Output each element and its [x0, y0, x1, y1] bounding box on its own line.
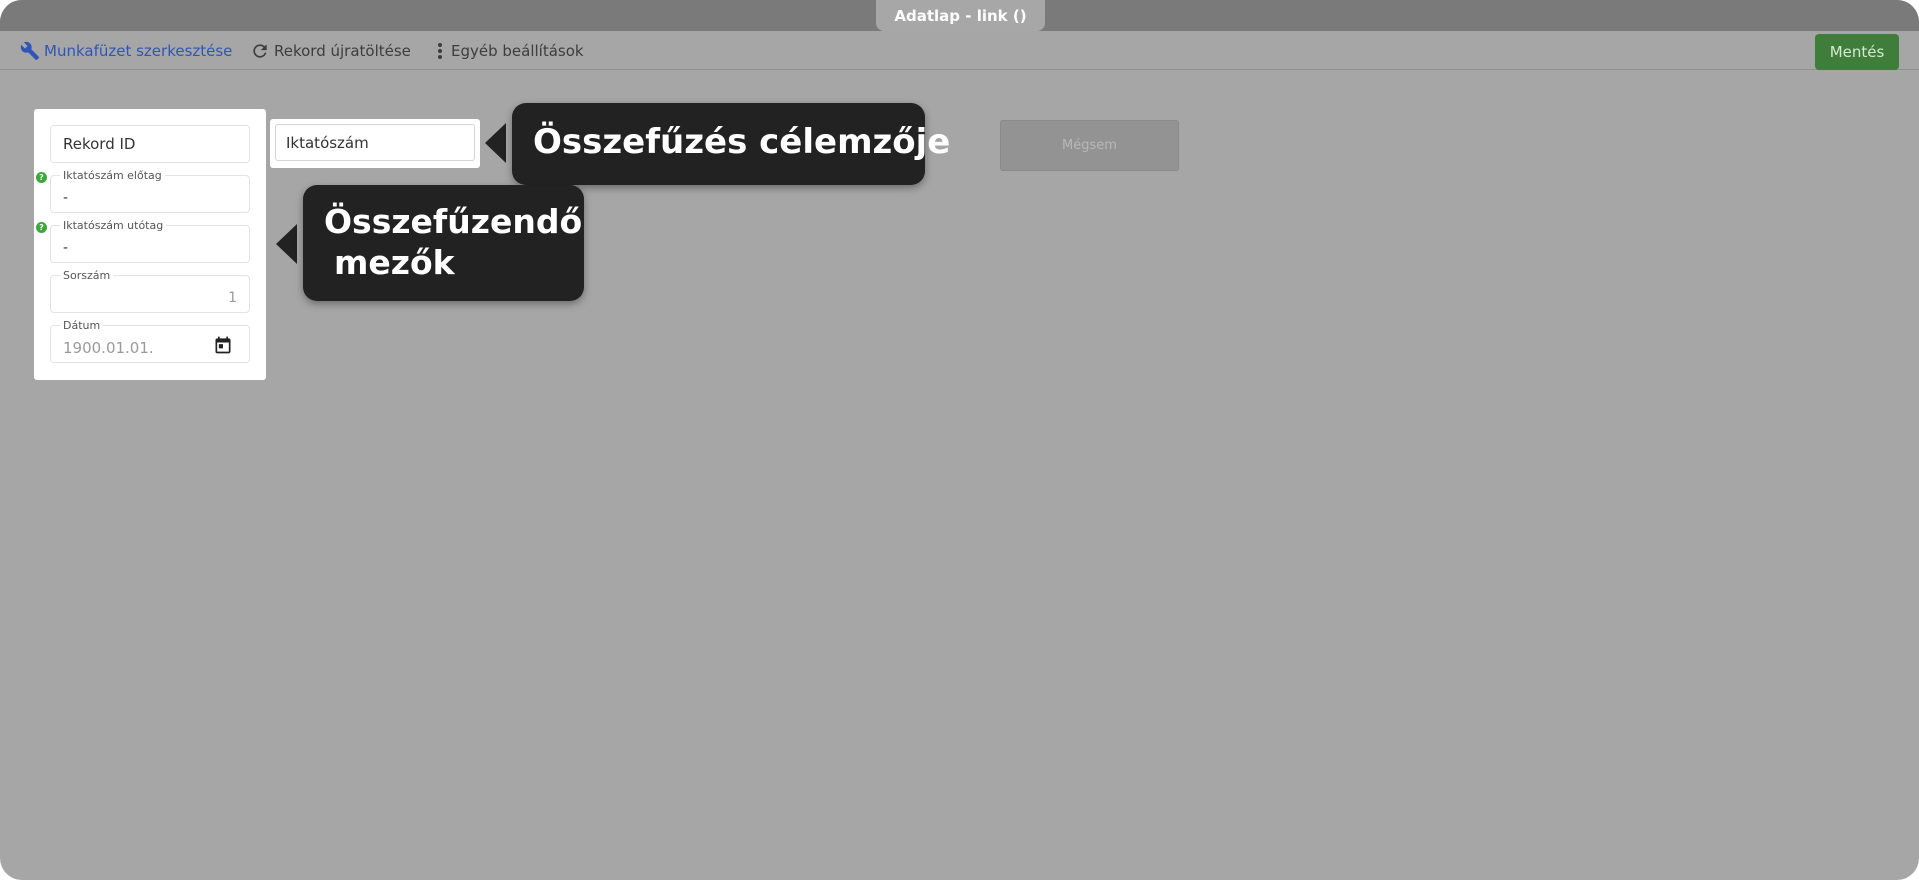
target-field-label: Iktatószám [286, 134, 369, 152]
title-bar: Adatlap - link () [0, 0, 1919, 31]
date-value: 1900.01.01. [63, 339, 154, 357]
wrench-icon [20, 41, 40, 60]
callout-fields-line2: mezők [334, 243, 455, 282]
calendar-icon[interactable] [213, 335, 233, 355]
callout-pointer [276, 224, 297, 264]
save-button[interactable]: Mentés [1815, 34, 1899, 70]
date-field[interactable]: Dátum 1900.01.01. [50, 320, 250, 363]
target-field-container: Iktatószám [270, 119, 480, 168]
suffix-field[interactable]: ? Iktatószám utótag - [36, 220, 250, 263]
refresh-icon [253, 43, 267, 58]
prefix-field[interactable]: ? Iktatószám előtag - [36, 170, 250, 213]
window-title: Adatlap - link () [876, 0, 1045, 31]
date-label: Dátum [60, 320, 104, 332]
callout-fields: Összefűzendő mezők [303, 185, 584, 301]
toolbar: Munkafüzet szerkesztése Rekord újratölté… [0, 31, 1919, 70]
other-settings-button[interactable]: Egyéb beállítások [433, 31, 584, 70]
form-panel: Rekord ID ? Iktatószám előtag - ? Iktató… [34, 109, 266, 380]
suffix-label: Iktatószám utótag [60, 220, 167, 232]
cancel-button[interactable]: Mégsem [1000, 120, 1179, 171]
help-icon[interactable]: ? [36, 222, 47, 233]
callout-target: Összefűzés célemzője [512, 103, 950, 185]
prefix-label: Iktatószám előtag [60, 170, 165, 182]
callout-pointer [485, 123, 506, 163]
serial-number-label: Sorszám [60, 270, 114, 282]
help-icon[interactable]: ? [36, 172, 47, 183]
record-id-field[interactable]: Rekord ID [50, 125, 250, 163]
app-window: Adatlap - link () Munkafüzet szerkesztés… [0, 0, 1919, 880]
record-id-label: Rekord ID [63, 135, 136, 153]
callout-target-text: Összefűzés célemzője [533, 122, 951, 162]
suffix-value: - [63, 240, 69, 256]
more-vertical-icon [438, 42, 442, 59]
serial-number-value: 1 [228, 290, 237, 306]
callout-fields-line1: Összefűzendő [324, 202, 583, 241]
edit-workbook-button[interactable]: Munkafüzet szerkesztése [20, 31, 232, 70]
edit-workbook-label: Munkafüzet szerkesztése [44, 41, 233, 60]
serial-number-field[interactable]: Sorszám 1 [50, 270, 250, 313]
other-settings-label: Egyéb beállítások [451, 41, 584, 60]
reload-record-label: Rekord újratöltése [274, 41, 411, 60]
reload-record-button[interactable]: Rekord újratöltése [250, 31, 411, 70]
prefix-value: - [63, 190, 69, 206]
target-field[interactable]: Iktatószám [275, 124, 475, 161]
